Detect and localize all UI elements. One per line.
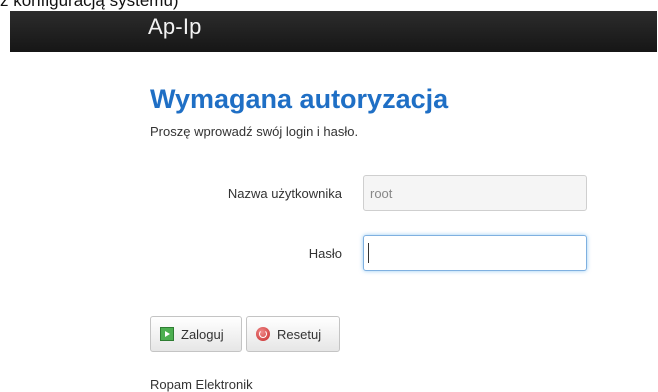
reset-button-label: Resetuj: [277, 326, 322, 342]
password-field[interactable]: [363, 235, 587, 271]
username-label: Nazwa użytkownika: [227, 186, 342, 201]
reset-icon: [256, 327, 270, 341]
play-icon: [160, 327, 174, 341]
top-cut-text: z konfiguracją systemu): [0, 0, 179, 10]
text-cursor: [368, 243, 369, 263]
brand-title[interactable]: Ap-Ip: [148, 14, 202, 40]
page-title: Wymagana autoryzacja: [150, 84, 449, 114]
password-label: Hasło: [308, 246, 342, 261]
page-subtitle: Proszę wprowadź swój login i hasło.: [150, 124, 359, 139]
footer-text: Ropam Elektronik: [150, 377, 253, 392]
username-field[interactable]: [363, 175, 587, 211]
login-button[interactable]: Zaloguj: [150, 316, 242, 352]
reset-button[interactable]: Resetuj: [246, 316, 340, 352]
top-navbar: Ap-Ip: [10, 11, 657, 52]
login-button-label: Zaloguj: [181, 326, 224, 342]
